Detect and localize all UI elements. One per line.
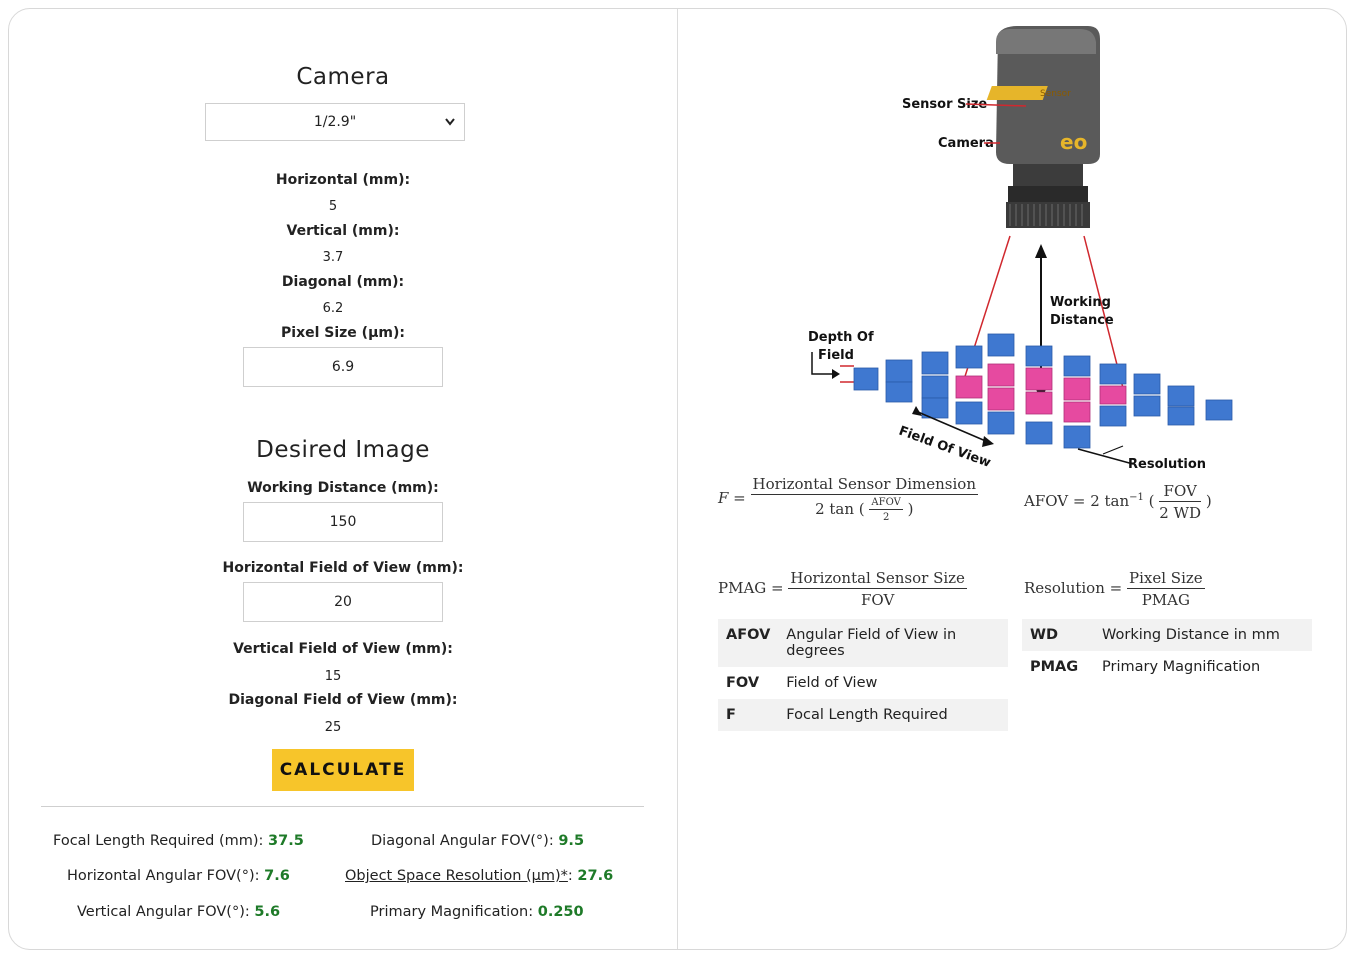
- glossary-definition: Angular Field of View in degrees: [778, 619, 1008, 667]
- object-space-resolution-result: Object Space Resolution (µm)*: 27.6: [345, 868, 614, 884]
- results-divider: [41, 806, 644, 807]
- horizontal-label: Horizontal (mm):: [275, 172, 411, 188]
- afov-denominator: 2 WD: [1159, 504, 1202, 522]
- pmag-formula: PMAG = Horizontal Sensor Size FOV: [718, 569, 967, 609]
- glossary-term: PMAG: [1030, 659, 1079, 675]
- working-distance-label: Working Distance (mm):: [247, 480, 439, 496]
- horizontal-afov-value: 7.6: [264, 868, 290, 884]
- glossary-row: FOV Field of View: [718, 667, 1008, 699]
- focal-length-formula: F = Horizontal Sensor Dimension 2 tan ( …: [718, 475, 978, 523]
- glossary-term: WD: [1022, 619, 1094, 651]
- f-den-num: AFOV: [869, 497, 903, 510]
- glossary-term: F: [718, 699, 779, 731]
- glossary-definition: Working Distance in mm: [1094, 619, 1312, 651]
- resolution-callout: Resolution: [1128, 457, 1206, 469]
- glossary-table-left: AFOV Angular Field of View in degrees FOV…: [718, 619, 1008, 731]
- focal-length-label: Focal Length Required (mm):: [53, 833, 269, 849]
- field-of-view-callout: Field Of View: [897, 424, 993, 469]
- focal-length-result: Focal Length Required (mm): 37.5: [53, 833, 304, 849]
- primary-magnification-value: 0.250: [537, 904, 584, 920]
- resolution-fraction: Pixel Size PMAG: [1127, 569, 1205, 609]
- afov-fraction: FOV 2 WD: [1159, 482, 1202, 522]
- pmag-lhs: PMAG =: [718, 579, 784, 597]
- glossary-row: AFOV Angular Field of View in degrees: [718, 619, 1008, 667]
- vertical-afov-value: 5.6: [254, 904, 281, 920]
- afov-numerator: FOV: [1159, 482, 1202, 502]
- glossary-definition: Field of View: [786, 675, 878, 691]
- depth-of-field-line1: Depth Of: [808, 330, 874, 345]
- glossary-table-right: WD Working Distance in mm PMAG Primary Mag…: [1022, 619, 1312, 683]
- focal-length-value: 37.5: [268, 833, 304, 849]
- pmag-numerator: Horizontal Sensor Size: [788, 569, 967, 589]
- object-space-resolution-value: 27.6: [577, 868, 614, 884]
- logo-mark: eo: [1060, 130, 1087, 154]
- glossary-term: FOV: [726, 675, 760, 691]
- camera-heading: Camera: [296, 64, 390, 90]
- hfov-input[interactable]: 20: [243, 582, 443, 622]
- glossary-term: AFOV: [718, 619, 779, 667]
- dfov-value: 25: [324, 720, 342, 735]
- f-den-den: 2: [882, 512, 890, 523]
- afov-lhs: AFOV = 2 tan: [1024, 492, 1130, 510]
- glossary-definition: Primary Magnification: [1102, 659, 1261, 675]
- camera-setup-illustration: Sensor eo Sensor Size Camera Working Dis…: [808, 26, 1233, 469]
- afov-formula: AFOV = 2 tan−1 ( FOV 2 WD ): [1024, 482, 1212, 522]
- glossary-row: PMAG Primary Magnification: [1022, 651, 1312, 683]
- calculate-button[interactable]: CALCULATE: [272, 749, 414, 791]
- camera-body: Sensor eo: [986, 26, 1100, 228]
- primary-magnification-result: Primary Magnification: 0.250: [370, 904, 584, 920]
- input-panel: Camera 1/2.9" Horizontal (mm): 5 Vertica…: [9, 9, 677, 949]
- diagonal-label: Diagonal (mm):: [281, 274, 405, 290]
- diagonal-value: 6.2: [322, 301, 344, 316]
- f-numerator: Horizontal Sensor Dimension: [750, 475, 978, 495]
- desired-image-heading: Desired Image: [256, 437, 430, 463]
- depth-of-field-line2: Field: [818, 348, 854, 363]
- f-lhs: F =: [718, 489, 746, 507]
- afov-sup: −1: [1129, 492, 1144, 503]
- sensor-text: Sensor: [1040, 89, 1071, 99]
- resolution-denominator: PMAG: [1141, 591, 1190, 609]
- glossary-row: F Focal Length Required: [718, 699, 1008, 731]
- resolution-formula: Resolution = Pixel Size PMAG: [1024, 569, 1205, 609]
- reference-panel: Sensor eo Sensor Size Camera Working Dis…: [678, 9, 1347, 949]
- working-distance-line1: Working: [1050, 295, 1111, 310]
- f-fraction: Horizontal Sensor Dimension 2 tan ( AFOV…: [750, 475, 978, 523]
- object-space-resolution-link[interactable]: Object Space Resolution (µm)*: [345, 868, 568, 884]
- pixel-size-input[interactable]: 6.9: [243, 347, 443, 387]
- horizontal-afov-label: Horizontal Angular FOV(°):: [67, 868, 265, 884]
- glossary-row: WD Working Distance in mm: [1022, 619, 1312, 651]
- glossary-definition: Focal Length Required: [778, 699, 1008, 731]
- hfov-label: Horizontal Field of View (mm):: [222, 560, 464, 576]
- resolution-lhs: Resolution =: [1024, 579, 1123, 597]
- pixel-size-label: Pixel Size (µm):: [281, 325, 405, 341]
- chevron-down-icon: [444, 104, 456, 154]
- vertical-label: Vertical (mm):: [286, 223, 400, 239]
- vfov-label: Vertical Field of View (mm):: [233, 641, 453, 657]
- diagonal-afov-value: 9.5: [558, 833, 585, 849]
- f-den-frac: AFOV 2: [869, 497, 903, 523]
- working-distance-line2: Distance: [1050, 313, 1114, 328]
- resolution-numerator: Pixel Size: [1127, 569, 1205, 589]
- vertical-afov-result: Vertical Angular FOV(°): 5.6: [77, 904, 280, 920]
- diagonal-afov-result: Diagonal Angular FOV(°): 9.5: [371, 833, 584, 849]
- f-den-tan: 2 tan: [815, 500, 855, 518]
- primary-magnification-label: Primary Magnification:: [370, 904, 538, 920]
- vertical-afov-label: Vertical Angular FOV(°):: [77, 904, 255, 920]
- sensor-size-select[interactable]: 1/2.9": [205, 103, 465, 141]
- horizontal-afov-result: Horizontal Angular FOV(°): 7.6: [67, 868, 290, 884]
- pmag-fraction: Horizontal Sensor Size FOV: [788, 569, 967, 609]
- working-distance-input[interactable]: 150: [243, 502, 443, 542]
- vfov-value: 15: [324, 669, 342, 684]
- dfov-label: Diagonal Field of View (mm):: [228, 692, 458, 708]
- sensor-size-value: 1/2.9": [313, 114, 357, 130]
- f-denominator: 2 tan ( AFOV 2 ): [815, 497, 914, 523]
- diagonal-afov-label: Diagonal Angular FOV(°):: [371, 833, 559, 849]
- horizontal-value: 5: [328, 199, 338, 214]
- pmag-denominator: FOV: [861, 591, 895, 609]
- vertical-value: 3.7: [322, 250, 344, 265]
- sensor-chip: [986, 86, 1048, 100]
